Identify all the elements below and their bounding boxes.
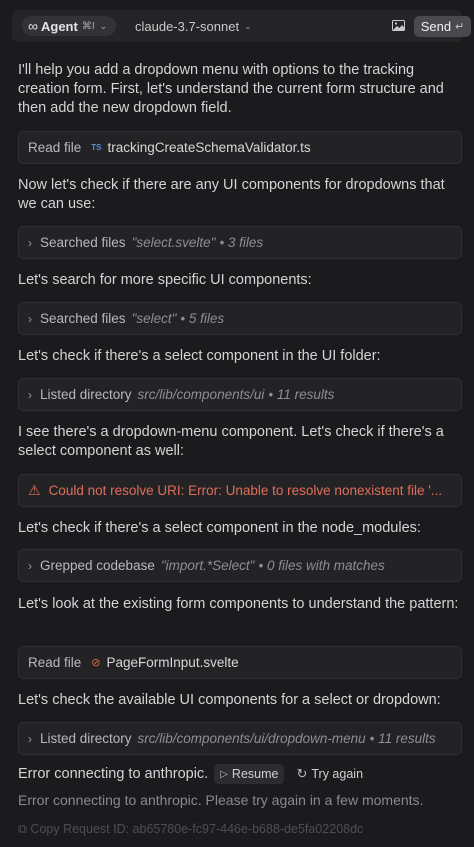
tool-result-count: • 0 files with matches (258, 558, 385, 573)
assistant-message: Let's check if there's a select componen… (18, 348, 381, 364)
send-button[interactable]: Send ↵ (414, 16, 471, 37)
assistant-message: Now let's check if there are any UI comp… (18, 177, 445, 212)
tool-action: Grepped codebase (40, 558, 155, 573)
file-name: trackingCreateSchemaValidator.ts (107, 140, 311, 155)
composer-toolbar: ∞ Agent ⌘I ⌄ claude-3.7-sonnet ⌄ Send ↵ (12, 10, 471, 42)
play-icon: ▷ (220, 768, 228, 780)
refresh-icon: ↻ (296, 766, 308, 781)
model-selector[interactable]: claude-3.7-sonnet ⌄ (135, 19, 252, 34)
copy-icon: ⧉ (18, 822, 27, 836)
svelte-file-icon: ⊘ (91, 657, 101, 669)
tool-query: src/lib/components/ui (137, 387, 265, 402)
chevron-right-icon: › (28, 235, 32, 250)
tool-call-searched-files[interactable]: › Searched files "select.svelte" • 3 fil… (18, 226, 462, 259)
tool-result-count: • 11 results (268, 387, 335, 402)
assistant-message: Let's check if there's a select componen… (18, 520, 421, 536)
tool-query: "import.*Select" (160, 558, 255, 573)
image-icon[interactable] (392, 20, 405, 31)
tool-query: "select.svelte" (131, 235, 216, 250)
tool-result-count: • 5 files (180, 311, 225, 326)
file-name: PageFormInput.svelte (106, 655, 239, 670)
tool-action: Read file (28, 140, 82, 155)
copy-request-label: Copy Request ID: ab65780e-fc97-446e-b688… (30, 822, 364, 836)
error-title: Error connecting to anthropic. (18, 766, 209, 782)
assistant-message: I see there's a dropdown-menu component.… (18, 424, 444, 459)
chevron-right-icon: › (28, 558, 32, 573)
chevron-right-icon: › (28, 311, 32, 326)
tool-call-read-file[interactable]: Read file TS trackingCreateSchemaValidat… (18, 131, 462, 164)
connection-error-row: Error connecting to anthropic. ▷ Resume … (18, 763, 369, 785)
warning-icon: ⚠ (28, 482, 41, 498)
tool-action: Searched files (40, 311, 126, 326)
tool-result-count: • 3 files (219, 235, 264, 250)
tool-action: Searched files (40, 235, 126, 250)
chevron-down-icon: ⌄ (244, 21, 252, 31)
tool-call-listed-directory[interactable]: › Listed directory src/lib/components/ui… (18, 722, 462, 755)
error-text: Could not resolve URI: Error: Unable to … (48, 483, 443, 498)
error-detail: Error connecting to anthropic. Please tr… (18, 792, 424, 808)
resume-label: Resume (231, 767, 279, 781)
tool-query: src/lib/components/ui/dropdown-menu (137, 731, 366, 746)
tool-call-error[interactable]: ⚠ Could not resolve URI: Error: Unable t… (18, 474, 462, 507)
agent-mode-selector[interactable]: ∞ Agent ⌘I ⌄ (22, 16, 116, 36)
assistant-message: I'll help you add a dropdown menu with o… (18, 62, 444, 116)
enter-key-icon: ↵ (455, 21, 465, 33)
agent-shortcut: ⌘I (81, 20, 95, 32)
tool-call-grepped-codebase[interactable]: › Grepped codebase "import.*Select" • 0 … (18, 549, 462, 582)
tool-action: Read file (28, 655, 82, 670)
try-again-label: Try again (311, 767, 364, 781)
chevron-right-icon: › (28, 731, 32, 746)
tool-query: "select" (131, 311, 177, 326)
infinity-icon: ∞ (28, 18, 38, 34)
chevron-right-icon: › (28, 387, 32, 402)
tool-call-searched-files[interactable]: › Searched files "select" • 5 files (18, 302, 462, 335)
agent-label: Agent (40, 18, 78, 34)
assistant-message: Let's look at the existing form componen… (18, 596, 459, 612)
tool-action: Listed directory (40, 387, 132, 402)
typescript-file-icon: TS (91, 143, 102, 152)
resume-button[interactable]: ▷ Resume (214, 764, 285, 784)
model-label: claude-3.7-sonnet (135, 19, 240, 34)
assistant-message: Let's check the available UI components … (18, 692, 441, 708)
send-label: Send (420, 19, 452, 34)
tool-call-listed-directory[interactable]: › Listed directory src/lib/components/ui… (18, 378, 462, 411)
try-again-button[interactable]: ↻ Try again (290, 764, 369, 784)
tool-result-count: • 11 results (369, 731, 436, 746)
copy-request-id-link[interactable]: ⧉ Copy Request ID: ab65780e-fc97-446e-b6… (18, 820, 464, 839)
assistant-message: Let's search for more specific UI compon… (18, 272, 312, 288)
tool-call-read-file[interactable]: Read file ⊘ PageFormInput.svelte (18, 646, 462, 679)
tool-action: Listed directory (40, 731, 132, 746)
chevron-down-icon: ⌄ (99, 20, 108, 31)
